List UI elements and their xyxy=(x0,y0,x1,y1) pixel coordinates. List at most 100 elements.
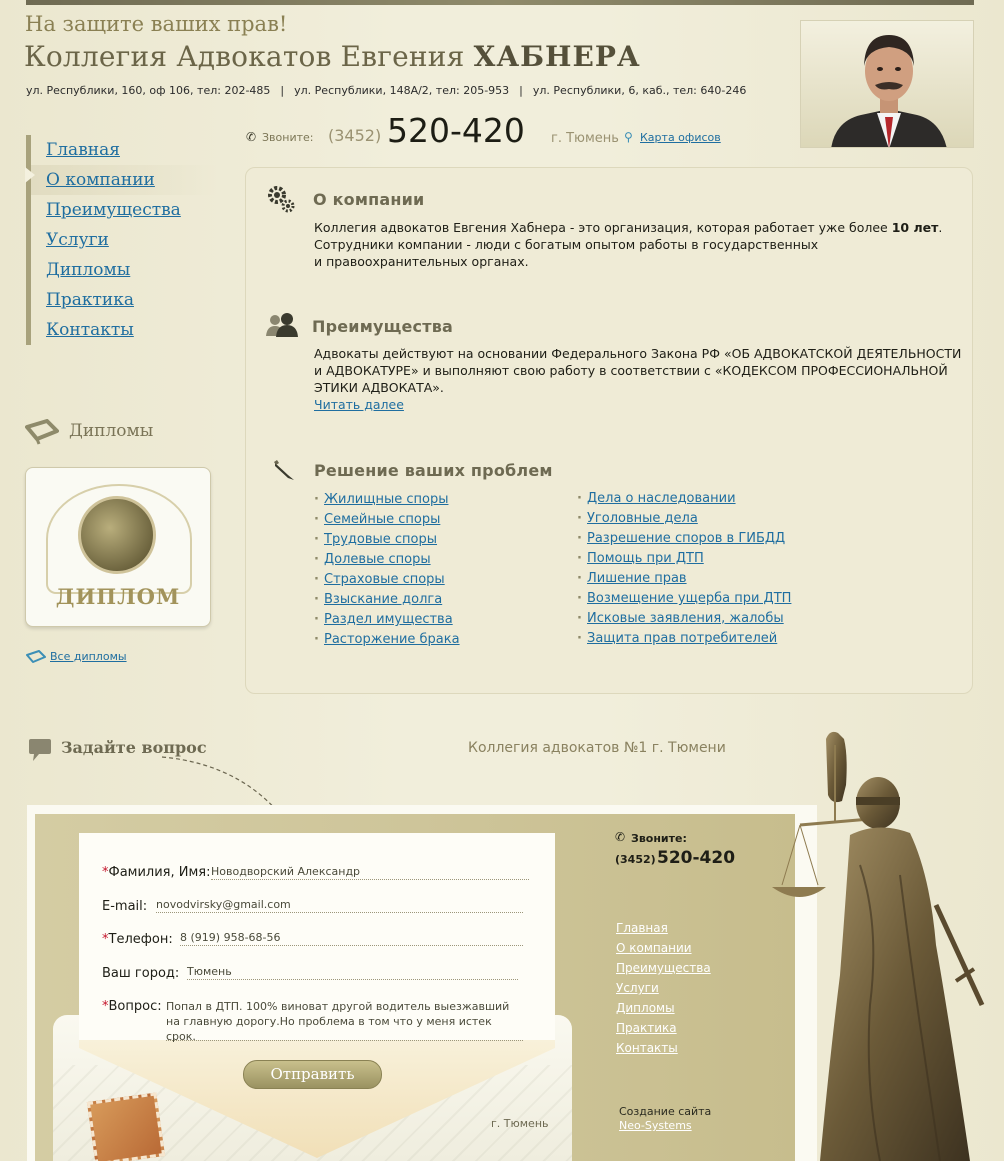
active-indicator xyxy=(25,167,35,183)
footer-nav-contacts[interactable]: Контакты xyxy=(616,1038,711,1058)
diploma-card-text: ДИПЛОМ xyxy=(55,584,181,609)
problem-link[interactable]: Исковые заявления, жалобы xyxy=(587,611,784,626)
problem-link[interactable]: Раздел имущества xyxy=(324,612,453,627)
problem-link[interactable]: Семейные споры xyxy=(324,512,440,527)
about-text-line-1: Коллегия адвокатов Евгения Хабнера - это… xyxy=(314,220,888,235)
city-label: г. Тюмень xyxy=(551,131,619,146)
about-years: 10 лет xyxy=(891,220,939,235)
about-text-dot: . xyxy=(938,220,943,235)
nav-item-practice[interactable]: Практика xyxy=(31,285,216,315)
footer-nav-advantages[interactable]: Преимущества xyxy=(616,958,711,978)
lawyer-portrait xyxy=(800,20,974,148)
phone-code: (3452) xyxy=(328,126,382,145)
diplomas-heading: Дипломы xyxy=(25,417,225,447)
email-field[interactable]: novodvirsky@gmail.com xyxy=(156,898,523,913)
nav-item-services[interactable]: Услуги xyxy=(31,225,216,255)
problem-link[interactable]: Долевые споры xyxy=(324,552,431,567)
footer-nav-home[interactable]: Главная xyxy=(616,918,711,938)
diploma-icon xyxy=(25,419,59,445)
question-line-1: Попал в ДТП. 100% виноват другой водител… xyxy=(166,1000,510,1013)
name-label: *Фамилия, Имя: xyxy=(102,865,211,880)
submit-button[interactable]: Отправить xyxy=(243,1060,382,1089)
footer-nav-practice[interactable]: Практика xyxy=(616,1018,711,1038)
advantages-title: Преимущества xyxy=(312,317,454,336)
firm-name-surname: ХАБНЕРА xyxy=(473,40,641,73)
credits-link[interactable]: Neo-Systems xyxy=(619,1119,711,1133)
list-item: Помощь при ДТП xyxy=(577,549,791,569)
about-text-line-2: Сотрудники компании - люди с богатым опы… xyxy=(314,237,819,252)
phone-label: *Телефон: xyxy=(102,932,173,947)
problem-link[interactable]: Возмещение ущерба при ДТП xyxy=(587,591,791,606)
list-item: Раздел имущества xyxy=(314,610,460,630)
address-1: ул. Республики, 160, оф 106, тел: 202-48… xyxy=(26,84,271,97)
advantages-line-3: ЭТИКИ АДВОКАТА». xyxy=(314,380,444,395)
list-item: Трудовые споры xyxy=(314,530,460,550)
city-label: Ваш город: xyxy=(102,966,180,981)
all-diplomas-link[interactable]: Все дипломы xyxy=(50,650,127,663)
address-3: ул. Республики, 6, каб., тел: 640-246 xyxy=(532,84,747,97)
problem-link[interactable]: Расторжение брака xyxy=(324,632,460,647)
problems-title: Решение ваших проблем xyxy=(314,461,553,480)
list-item: Лишение прав xyxy=(577,569,791,589)
list-item: Разрешение споров в ГИБДД xyxy=(577,529,791,549)
phone-field[interactable]: 8 (919) 958-68-56 xyxy=(180,931,523,946)
city-field[interactable]: Тюмень xyxy=(187,965,518,980)
about-title: О компании xyxy=(313,190,425,209)
list-item: Долевые споры xyxy=(314,550,460,570)
address-separator: | xyxy=(519,84,523,97)
list-item: Семейные споры xyxy=(314,510,460,530)
problem-link[interactable]: Разрешение споров в ГИБДД xyxy=(587,531,785,546)
nav-item-diplomas[interactable]: Дипломы xyxy=(31,255,216,285)
name-field[interactable]: Новодворский Александр xyxy=(211,865,529,880)
nav-item-contacts[interactable]: Контакты xyxy=(31,315,216,345)
question-textarea[interactable]: Попал в ДТП. 100% виноват другой водител… xyxy=(166,999,523,1043)
diploma-thumbnail[interactable]: ДИПЛОМ xyxy=(25,467,211,627)
people-icon xyxy=(266,313,298,337)
map-pin-icon: ⚲ xyxy=(624,130,633,144)
list-item: Расторжение брака xyxy=(314,630,460,650)
footer-nav-about[interactable]: О компании xyxy=(616,938,711,958)
problem-link[interactable]: Лишение прав xyxy=(587,571,687,586)
list-item: Исковые заявления, жалобы xyxy=(577,609,791,629)
pencil-icon xyxy=(274,460,294,480)
phone-label-text: Телефон: xyxy=(108,932,173,947)
nav-item-about[interactable]: О компании xyxy=(31,165,216,195)
problem-link[interactable]: Помощь при ДТП xyxy=(587,551,704,566)
top-bar xyxy=(26,0,974,5)
problem-link[interactable]: Взыскание долга xyxy=(324,592,442,607)
justice-statue xyxy=(772,731,985,1161)
envelope-city: г. Тюмень xyxy=(491,1117,549,1130)
firm-name-prefix: Коллегия Адвокатов Евгения xyxy=(24,40,465,73)
credits-label: Создание сайта xyxy=(619,1105,712,1118)
postage-stamp xyxy=(86,1092,166,1161)
list-item: Страховые споры xyxy=(314,570,460,590)
nav-item-home[interactable]: Главная xyxy=(31,135,216,165)
question-label: *Вопрос: xyxy=(102,999,162,1014)
footer-nav-services[interactable]: Услуги xyxy=(616,978,711,998)
list-item: Взыскание долга xyxy=(314,590,460,610)
problem-link[interactable]: Трудовые споры xyxy=(324,532,437,547)
diploma-seal xyxy=(78,496,156,574)
phone-row: ✆ Звоните: (3452) 520-420 г. Тюмень ⚲ Ка… xyxy=(246,110,766,150)
nav-item-advantages[interactable]: Преимущества xyxy=(31,195,216,225)
problem-link[interactable]: Страховые споры xyxy=(324,572,445,587)
problem-link[interactable]: Дела о наследовании xyxy=(587,491,736,506)
about-text: Коллегия адвокатов Евгения Хабнера - это… xyxy=(314,219,954,270)
name-label-text: Фамилия, Имя: xyxy=(108,865,211,880)
problem-link[interactable]: Жилищные споры xyxy=(324,492,448,507)
problem-link[interactable]: Защита прав потребителей xyxy=(587,631,777,646)
office-map-link[interactable]: Карта офисов xyxy=(640,131,721,144)
problem-link[interactable]: Уголовные дела xyxy=(587,511,698,526)
bottom-slogan: Коллегия адвокатов №1 г. Тюмени xyxy=(468,740,726,756)
phone-icon: ✆ xyxy=(246,130,257,144)
read-more-link[interactable]: Читать далее xyxy=(314,397,404,412)
gears-icon xyxy=(268,186,295,213)
list-item: Возмещение ущерба при ДТП xyxy=(577,589,791,609)
advantages-text: Адвокаты действуют на основании Федераль… xyxy=(314,345,964,413)
main-nav: Главная О компании Преимущества Услуги Д… xyxy=(25,135,216,345)
footer-nav-diplomas[interactable]: Дипломы xyxy=(616,998,711,1018)
address-2: ул. Республики, 148А/2, тел: 205-953 xyxy=(294,84,510,97)
phone-icon: ✆ xyxy=(615,830,626,844)
email-label: E-mail: xyxy=(102,899,148,914)
speech-bubble-icon xyxy=(29,739,51,761)
